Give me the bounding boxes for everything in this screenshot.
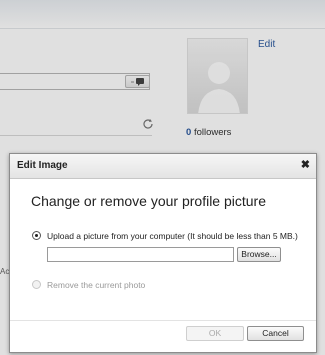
dialog-titlebar: Edit Image ✖	[10, 154, 316, 179]
file-path-input[interactable]	[47, 247, 234, 262]
cancel-button[interactable]: Cancel	[247, 326, 304, 341]
remove-radio[interactable]	[32, 280, 41, 289]
close-icon[interactable]: ✖	[301, 158, 310, 171]
remove-option-label[interactable]: Remove the current photo	[47, 280, 145, 290]
browse-button[interactable]: Browse...	[237, 247, 281, 262]
upload-radio[interactable]	[32, 231, 41, 240]
dialog-title: Edit Image	[17, 160, 68, 171]
footer-divider	[10, 320, 316, 321]
edit-image-dialog: Edit Image ✖ Change or remove your profi…	[9, 153, 317, 353]
upload-option-label[interactable]: Upload a picture from your computer (It …	[47, 231, 298, 241]
ok-button[interactable]: OK	[186, 326, 244, 341]
dialog-heading: Change or remove your profile picture	[31, 193, 267, 209]
